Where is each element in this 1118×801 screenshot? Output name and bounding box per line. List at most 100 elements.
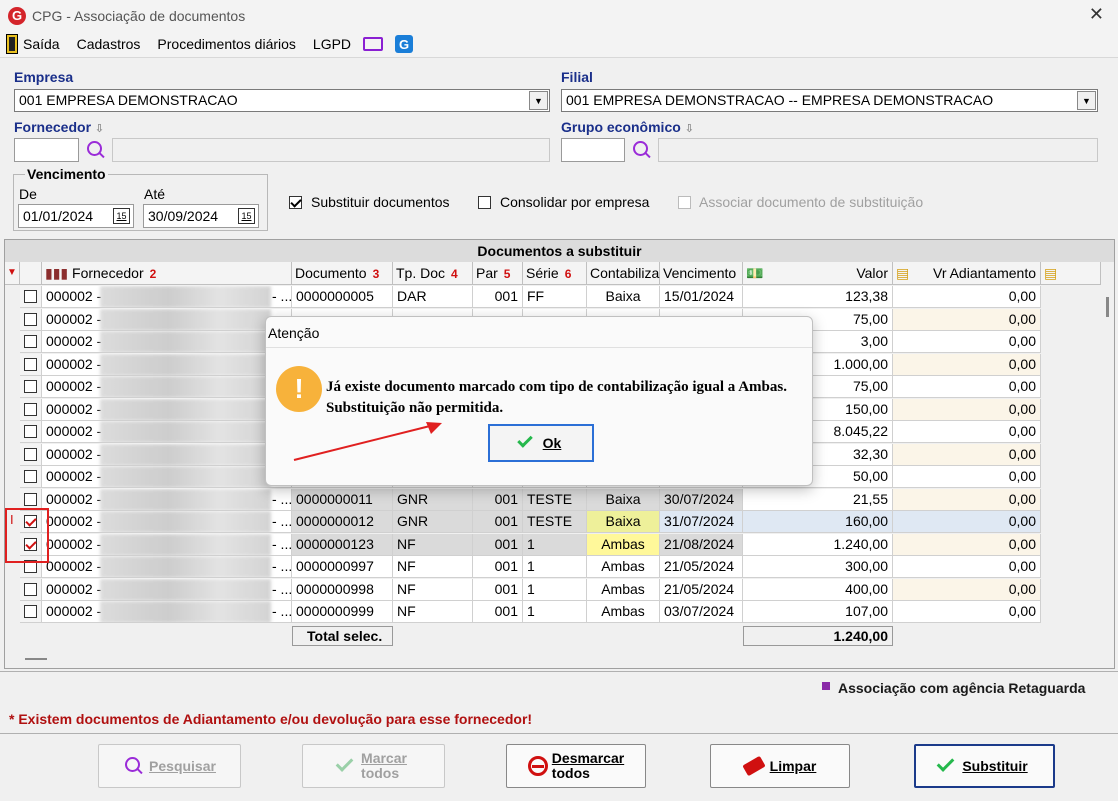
serie-cell: 1 (523, 601, 587, 623)
calendar-icon[interactable]: 15 (238, 208, 255, 224)
venc-cell: 31/07/2024 (660, 511, 743, 533)
table-row[interactable]: 000002 - - ... 0000000012 GNR 001 TESTE Baixa 3… (5, 511, 1041, 533)
substituir-button[interactable]: Substituir (914, 744, 1055, 788)
par-cell: 001 (473, 601, 523, 623)
col-vencimento[interactable]: Vencimento (660, 262, 743, 285)
row-select-cell (20, 578, 42, 601)
chevron-down-icon[interactable]: ▼ (529, 91, 548, 110)
filter-arrow-icon: ⇩ (684, 123, 694, 135)
table-row[interactable]: 000002 - - ... 0000000997 NF 001 1 Ambas 21/05/… (5, 556, 1041, 578)
substituir-checkbox[interactable] (289, 196, 302, 209)
tp-cell: GNR (393, 488, 473, 511)
row-checkbox[interactable] (24, 380, 37, 393)
limpar-button[interactable]: Limpar (710, 744, 850, 788)
row-checkbox[interactable] (24, 335, 37, 348)
scrollbar-thumb[interactable] (1106, 297, 1109, 317)
row-checkbox[interactable] (24, 290, 37, 303)
exit-door-icon[interactable] (6, 34, 18, 54)
row-select-cell (20, 286, 42, 308)
chevron-down-icon[interactable]: ▼ (1077, 91, 1096, 110)
total-value: 1.240,00 (743, 626, 893, 646)
col-fornecedor[interactable]: ▮▮▮ Fornecedor 2 (42, 262, 292, 285)
horizontal-scroll-handle[interactable] (25, 658, 47, 660)
ok-button[interactable]: Ok (488, 424, 594, 462)
redacted-name (100, 308, 271, 330)
col-tpdoc[interactable]: Tp. Doc 4 (393, 262, 473, 285)
marcar-todos-button[interactable]: Marcar todos (302, 744, 445, 788)
fornecedor-cell: 000002 - (42, 421, 292, 443)
fornecedor-code: 000002 - (46, 288, 102, 304)
filial-select[interactable]: 001 EMPRESA DEMONSTRACAO -- EMPRESA DEMO… (561, 89, 1098, 112)
empresa-select[interactable]: 001 EMPRESA DEMONSTRACAO ▼ (14, 89, 550, 112)
divider (0, 733, 1118, 734)
fornecedor-cell: 000002 - (42, 466, 292, 488)
sort-arrow-icon[interactable]: ▼ (5, 262, 20, 285)
consolidar-checkbox[interactable] (478, 196, 491, 209)
menu-cadastros[interactable]: Cadastros (77, 36, 141, 52)
par-cell: 001 (473, 286, 523, 308)
row-checkbox[interactable] (24, 582, 37, 596)
tp-cell: NF (393, 601, 473, 623)
valor-cell: 1.240,00 (743, 533, 893, 556)
grupo-code-input[interactable] (561, 138, 625, 162)
fornecedor-code: 000002 - (46, 378, 102, 394)
fornecedor-code: 000002 - (46, 310, 102, 327)
close-icon[interactable]: ✕ (1089, 4, 1104, 25)
serie-cell: TESTE (523, 511, 587, 533)
col-par[interactable]: Par 5 (473, 262, 523, 285)
monitor-icon[interactable] (363, 37, 384, 51)
fornecedor-tail: - ... (272, 535, 292, 552)
col-valor[interactable]: 💵 Valor (743, 262, 893, 285)
search-icon[interactable] (85, 139, 107, 161)
row-checkbox[interactable] (24, 605, 37, 618)
tp-cell: NF (393, 556, 473, 578)
fornecedor-code-input[interactable] (14, 138, 79, 162)
row-checkbox[interactable] (24, 402, 37, 416)
g-app-icon[interactable]: G (395, 35, 414, 53)
ate-date-input[interactable]: 30/09/2024 15 (143, 204, 259, 228)
row-checkbox[interactable] (24, 492, 37, 506)
vertical-scrollbar[interactable] (1101, 285, 1114, 625)
menu-lgpd[interactable]: LGPD (313, 36, 351, 52)
row-checkbox[interactable] (24, 447, 37, 461)
row-checkbox[interactable] (24, 470, 37, 483)
desmarcar-todos-button[interactable]: Desmarcar todos (506, 744, 646, 788)
tp-cell: GNR (393, 511, 473, 533)
menu-procedimentos[interactable]: Procedimentos diários (157, 36, 296, 52)
doc-cell: 0000000011 (292, 488, 393, 511)
pesquisar-button[interactable]: Pesquisar (98, 744, 241, 788)
vr-cell: 0,00 (893, 466, 1041, 488)
total-label: Total selec. (292, 626, 393, 646)
table-row[interactable]: 000002 - - ... 0000000999 NF 001 1 Ambas 03/07/… (5, 601, 1041, 623)
row-checkbox[interactable] (24, 312, 37, 326)
redacted-name (100, 286, 271, 307)
row-select-cell (20, 443, 42, 466)
fornecedor-code: 000002 - (46, 333, 102, 349)
calendar-icon[interactable]: 15 (113, 208, 130, 224)
vr-cell: 0,00 (893, 331, 1041, 353)
tp-cell: NF (393, 533, 473, 556)
empresa-label: Empresa (14, 69, 74, 85)
associar-checkbox[interactable] (678, 196, 691, 209)
col-serie[interactable]: Série 6 (523, 262, 587, 285)
table-row[interactable]: 000002 - - ... 0000000005 DAR 001 FF Baixa 15/0… (5, 286, 1041, 308)
table-row[interactable]: 000002 - - ... 0000000123 NF 001 1 Ambas 21/08/… (5, 533, 1041, 556)
search-icon[interactable] (631, 139, 653, 161)
vr-cell: 0,00 (893, 353, 1041, 376)
row-checkbox[interactable] (24, 357, 37, 371)
col-vr-adiantamento[interactable]: ▤ Vr Adiantamento (893, 262, 1041, 285)
title-bar: G CPG - Associação de documentos ✕ (0, 0, 1118, 31)
filial-label: Filial (561, 69, 593, 85)
de-date-input[interactable]: 01/01/2024 15 (18, 204, 134, 228)
table-row[interactable]: 000002 - - ... 0000000011 GNR 001 TESTE Baixa 3… (5, 488, 1041, 511)
substituir-label: Substituir documentos (311, 194, 450, 210)
fornecedor-tail: - ... (272, 558, 292, 574)
menu-saida[interactable]: Saída (23, 36, 60, 52)
cont-cell: Ambas (587, 601, 660, 623)
row-checkbox[interactable] (24, 425, 37, 438)
table-row[interactable]: 000002 - - ... 0000000998 NF 001 1 Ambas 21/05/… (5, 578, 1041, 601)
fornecedor-cell: 000002 - - ... (42, 601, 292, 623)
col-contabiliza[interactable]: Contabiliza (587, 262, 660, 285)
redacted-name (100, 421, 271, 442)
col-documento[interactable]: Documento 3 (292, 262, 393, 285)
